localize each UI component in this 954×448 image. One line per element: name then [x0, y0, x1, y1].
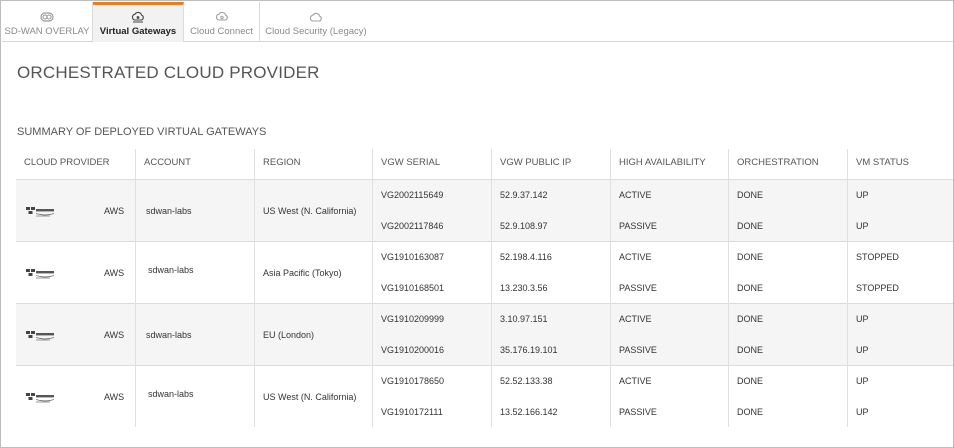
- high-availability-status: ACTIVE: [619, 376, 652, 386]
- vgw-public-ip: 3.10.97.151: [500, 314, 548, 324]
- high-availability-status: ACTIVE: [619, 314, 652, 324]
- tab-sdwan-overlay[interactable]: SD-WAN OVERLAY: [2, 2, 93, 42]
- header-account[interactable]: ACCOUNT: [136, 149, 191, 180]
- amazon-web-services-logo: [26, 269, 55, 279]
- vgw-public-ip: 52.9.37.142: [500, 190, 548, 200]
- region-name: Asia Pacific (Tokyo): [263, 268, 342, 278]
- region-name: EU (London): [263, 330, 315, 340]
- tab-label: Cloud Connect: [190, 26, 253, 37]
- vgw-serial: VG1910200016: [381, 345, 445, 355]
- account-name: sdwan-labs: [146, 330, 192, 340]
- high-availability-status: PASSIVE: [619, 283, 657, 293]
- vgw-public-ip: 13.230.3.56: [500, 283, 548, 293]
- header-cloud-provider[interactable]: CLOUD PROVIDER: [16, 149, 110, 180]
- high-availability-status: PASSIVE: [619, 345, 657, 355]
- region-name: US West (N. California): [263, 392, 357, 402]
- orchestration-status: DONE: [737, 190, 764, 200]
- orchestration-status: DONE: [737, 283, 764, 293]
- vm-status: UP: [856, 376, 869, 386]
- vgw-public-ip: 52.9.108.97: [500, 221, 548, 231]
- vgw-serial: VG1910209999: [381, 314, 445, 324]
- vm-status: UP: [856, 190, 869, 200]
- vm-status: UP: [856, 407, 869, 417]
- vgw-serial: VG2002115649: [381, 190, 444, 200]
- vgw-serial: VG1910172111: [381, 407, 443, 417]
- tab-cloud-security-legacy[interactable]: Cloud Security (Legacy): [260, 2, 372, 42]
- header-region[interactable]: REGION: [255, 149, 300, 180]
- overlay-icon: [40, 12, 54, 22]
- virtual-gateway-icon: [131, 11, 144, 23]
- column-divider: [610, 149, 611, 427]
- tab-label: Virtual Gateways: [99, 26, 177, 37]
- gateway-group-row: AWS sdwan-labs US West (N. California) VG19…: [16, 366, 953, 427]
- vgw-public-ip: 52.198.4.116: [500, 252, 552, 262]
- amazon-web-services-logo: [26, 331, 55, 341]
- vgw-public-ip: 13.52.166.142: [500, 407, 558, 417]
- amazon-web-services-logo: [26, 393, 55, 403]
- tab-cloud-connect[interactable]: Cloud Connect: [184, 2, 260, 42]
- gateway-group-row: AWS sdwan-labs Asia Pacific (Tokyo) VG19101…: [16, 242, 953, 304]
- account-name: sdwan-labs: [148, 265, 194, 275]
- app-window: SD-WAN OVERLAY Virtual Gateways Cloud Co…: [0, 0, 954, 448]
- header-vm-status[interactable]: VM STATUS: [848, 149, 909, 180]
- high-availability-status: ACTIVE: [619, 252, 652, 262]
- vgw-serial: VG1910168501: [381, 283, 445, 293]
- vgw-public-ip: 35.176.19.101: [500, 345, 558, 355]
- table-header: CLOUD PROVIDER ACCOUNT REGION VGW SERIAL…: [16, 149, 953, 180]
- page-title: ORCHESTRATED CLOUD PROVIDER: [17, 63, 320, 82]
- header-high-availability[interactable]: HIGH AVAILABILITY: [611, 149, 706, 180]
- tab-bar: SD-WAN OVERLAY Virtual Gateways Cloud Co…: [2, 2, 953, 42]
- orchestration-status: DONE: [737, 407, 764, 417]
- cloud-provider-name: AWS: [104, 330, 125, 340]
- vm-status: UP: [856, 345, 869, 355]
- vgw-serial: VG2002117846: [381, 221, 444, 231]
- vm-status: UP: [856, 221, 869, 231]
- tab-label: Cloud Security (Legacy): [265, 26, 367, 37]
- column-divider: [372, 149, 373, 427]
- gateway-group-row: AWS sdwan-labs EU (London) VG1910209999 3.10…: [16, 304, 953, 366]
- orchestration-status: DONE: [737, 376, 764, 386]
- column-divider: [491, 149, 492, 427]
- section-title: SUMMARY OF DEPLOYED VIRTUAL GATEWAYS: [17, 126, 267, 138]
- orchestration-status: DONE: [737, 252, 764, 262]
- column-divider: [254, 149, 255, 427]
- orchestration-status: DONE: [737, 345, 764, 355]
- amazon-web-services-logo: [26, 207, 55, 217]
- vgw-public-ip: 52.52.133.38: [500, 376, 553, 386]
- vm-status: UP: [856, 314, 869, 324]
- cloud-provider-name: AWS: [104, 268, 125, 278]
- column-divider: [135, 149, 136, 427]
- cloud-connect-icon: [215, 11, 228, 21]
- high-availability-status: ACTIVE: [619, 190, 652, 200]
- account-name: sdwan-labs: [148, 389, 194, 399]
- vgw-serial: VG1910178650: [381, 376, 445, 386]
- tab-virtual-gateways[interactable]: Virtual Gateways: [93, 2, 184, 42]
- virtual-gateways-table: CLOUD PROVIDER ACCOUNT REGION VGW SERIAL…: [16, 149, 953, 427]
- orchestration-status: DONE: [737, 221, 764, 231]
- header-vgw-serial[interactable]: VGW SERIAL: [373, 149, 440, 180]
- column-divider: [847, 149, 848, 427]
- vm-status: STOPPED: [856, 283, 899, 293]
- tab-label: SD-WAN OVERLAY: [4, 26, 90, 37]
- header-orchestration[interactable]: ORCHESTRATION: [729, 149, 819, 180]
- cloud-provider-name: AWS: [104, 392, 125, 402]
- high-availability-status: PASSIVE: [619, 221, 657, 231]
- vgw-serial: VG1910163087: [381, 252, 445, 262]
- header-vgw-public-ip[interactable]: VGW PUBLIC IP: [492, 149, 571, 180]
- column-divider: [728, 149, 729, 427]
- cloud-icon: [309, 12, 322, 22]
- account-name: sdwan-labs: [146, 206, 192, 216]
- region-name: US West (N. California): [263, 206, 357, 216]
- cloud-provider-name: AWS: [104, 206, 125, 216]
- high-availability-status: PASSIVE: [619, 407, 657, 417]
- vm-status: STOPPED: [856, 252, 899, 262]
- gateway-group-row: AWS sdwan-labs US West (N. California) VG20…: [16, 180, 953, 242]
- orchestration-status: DONE: [737, 314, 764, 324]
